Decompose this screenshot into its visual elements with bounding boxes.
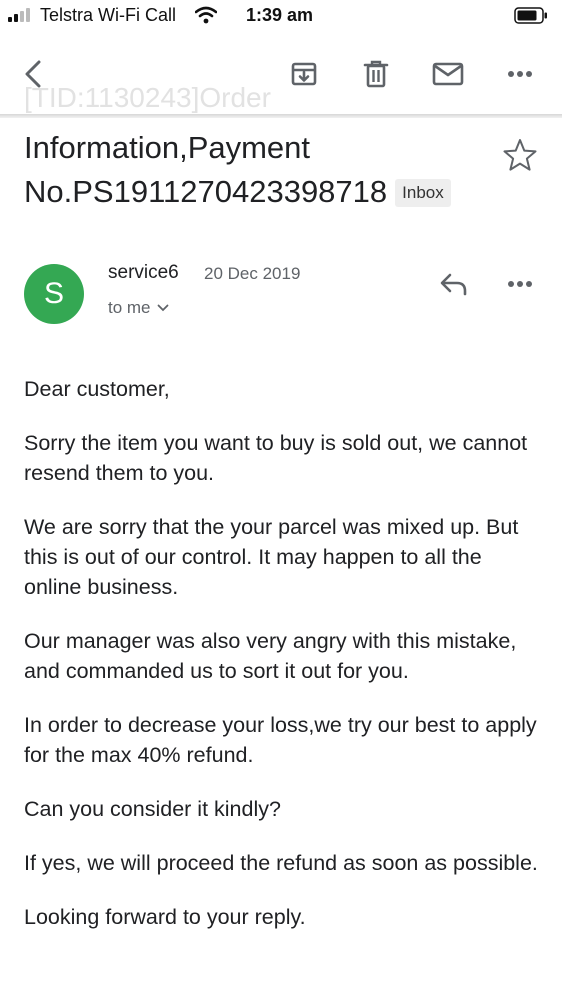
more-horizontal-icon <box>508 281 532 287</box>
subject-line-1: Information,Payment <box>24 130 311 165</box>
archive-icon <box>291 62 317 86</box>
trash-icon <box>363 60 389 88</box>
toolbar-divider <box>0 114 562 118</box>
body-paragraph: Dear customer, <box>24 377 170 401</box>
body-paragraph: Sorry the item you want to buy is sold o… <box>24 431 528 485</box>
signal-icon <box>8 8 36 22</box>
status-time: 1:39 am <box>246 5 314 25</box>
status-bar: Telstra Wi-Fi Call 1:39 am <box>0 0 562 32</box>
sent-date: 20 Dec 2019 <box>204 264 301 283</box>
body-paragraph: Looking forward to your reply. <box>24 905 306 929</box>
recipient-details-toggle[interactable]: to me <box>108 298 169 318</box>
ghost-subject-text: [TID:1130243]Order <box>24 82 271 113</box>
email-body: Dear customer, Sorry the item you want t… <box>24 374 544 956</box>
more-horizontal-icon <box>508 71 532 77</box>
message-more-button[interactable] <box>498 266 542 302</box>
body-paragraph: Can you consider it kindly? <box>24 797 281 821</box>
more-options-button[interactable] <box>498 52 542 96</box>
subject-line-2-wrap: No.PS1911270423398718 Inbox <box>24 170 474 214</box>
body-paragraph: In order to decrease your loss,we try ou… <box>24 713 537 767</box>
battery-icon <box>514 7 547 24</box>
sender-avatar[interactable]: S <box>24 264 84 324</box>
reply-button[interactable] <box>432 266 476 302</box>
chevron-down-icon <box>157 304 168 312</box>
carrier-name: Telstra Wi-Fi Call <box>40 5 177 25</box>
inbox-label[interactable]: Inbox <box>395 179 451 207</box>
sender-name[interactable]: service6 <box>108 262 179 284</box>
delete-button[interactable] <box>354 52 398 96</box>
mark-unread-button[interactable] <box>426 52 470 96</box>
email-subject: Information,Payment No.PS191127042339871… <box>24 126 474 214</box>
subject-line-2: No.PS1911270423398718 <box>24 174 388 209</box>
recipient-label: to me <box>108 298 151 317</box>
body-paragraph: Our manager was also very angry with thi… <box>24 629 517 683</box>
mail-icon <box>432 62 464 86</box>
body-paragraph: If yes, we will proceed the refund as so… <box>24 851 538 875</box>
wifi-icon <box>195 6 217 24</box>
archive-button[interactable] <box>282 52 326 96</box>
body-paragraph: We are sorry that the your parcel was mi… <box>24 515 519 599</box>
star-icon[interactable] <box>500 136 540 176</box>
reply-icon <box>440 273 467 296</box>
